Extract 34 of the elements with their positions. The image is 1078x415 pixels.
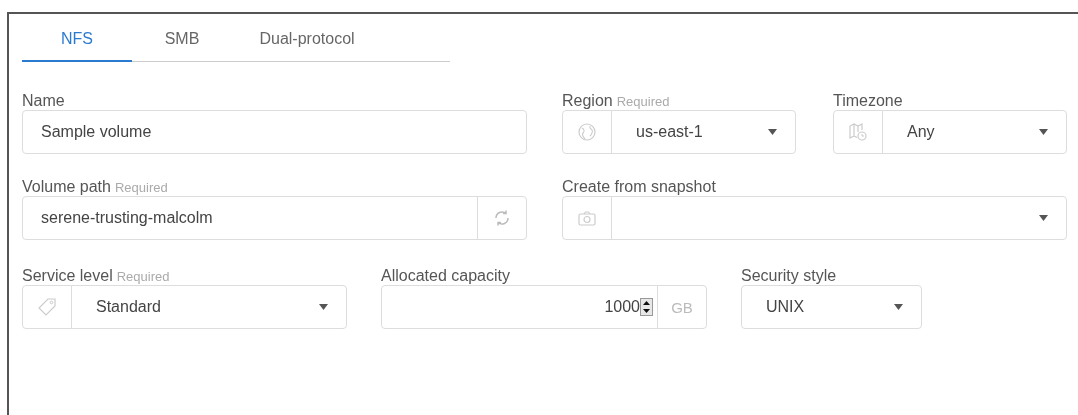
field-label: Service level [22, 267, 113, 284]
required-note: Required [616, 94, 670, 109]
map-clock-icon [849, 123, 867, 141]
caret-icon [1039, 129, 1048, 135]
caret-icon [319, 304, 328, 310]
field-label: Volume path [22, 178, 111, 195]
camera-icon [578, 210, 596, 226]
field-label: Create from snapshot [562, 178, 716, 195]
select-field[interactable]: Standard [22, 285, 347, 329]
field-label: Allocated capacity [381, 267, 510, 284]
field-label: Region [562, 92, 613, 109]
tab[interactable]: NFS [22, 26, 132, 62]
unit-label: GB [671, 298, 693, 316]
spinner-icon[interactable] [640, 298, 653, 316]
required-note: Required [114, 180, 168, 195]
tab[interactable]: Dual-protocol [232, 26, 382, 62]
tag-icon [38, 298, 56, 316]
field-label: Timezone [833, 92, 903, 109]
caret-icon [1039, 215, 1048, 221]
field-label: Security style [741, 267, 837, 284]
globe-icon [578, 123, 596, 141]
select-field[interactable]: UNIX [741, 285, 922, 329]
refresh-icon[interactable] [493, 209, 511, 227]
required-note: Required [116, 269, 170, 284]
select-field[interactable]: Any [833, 110, 1067, 154]
select-field[interactable]: us-east-1 [562, 110, 796, 154]
text-field[interactable]: Sample volume [22, 110, 527, 154]
text-field[interactable]: serene-trusting-malcolm [22, 196, 527, 240]
field-label: Name [22, 92, 65, 109]
caret-icon [768, 129, 777, 135]
number-field[interactable]: 1000 GB [381, 285, 707, 329]
select-field[interactable] [562, 196, 1067, 240]
tab[interactable]: SMB [132, 26, 232, 62]
caret-icon [894, 304, 903, 310]
